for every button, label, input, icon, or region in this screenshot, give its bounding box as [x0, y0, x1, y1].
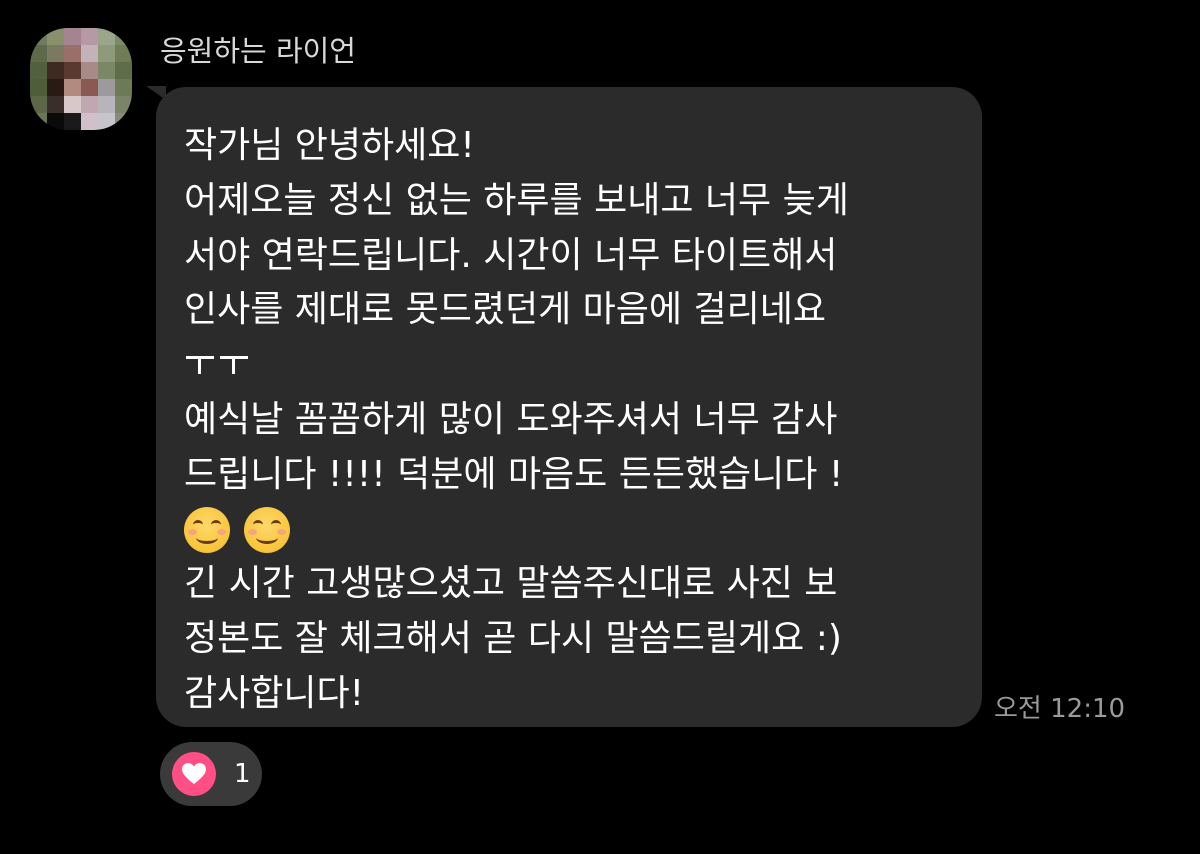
smiling-face-icon: [244, 506, 290, 553]
sender-name: 응원하는 라이언: [160, 34, 356, 68]
message-line: 인사를 제대로 못드렸던게 마음에 걸리네요: [184, 289, 826, 331]
message-line: 긴 시간 고생많으셨고 말씀주신대로 사진 보: [184, 563, 838, 605]
reaction-count: 1: [234, 759, 251, 789]
message-line: 감사합니다!: [184, 672, 365, 714]
message-line: 예식날 꼼꼼하게 많이 도와주셔서 너무 감사: [184, 398, 838, 440]
message-line: 서야 연락드립니다. 시간이 너무 타이트해서: [184, 234, 838, 276]
emoji-line: [184, 503, 962, 558]
message-line: 드립니다 !!!! 덕분에 마음도 든든했습니다 !: [184, 453, 844, 495]
crying-emoticon: ㅜㅜ: [184, 338, 962, 393]
tt-glyph: [186, 356, 214, 376]
tt-glyph: [220, 356, 248, 376]
message-line: 어제오늘 정신 없는 하루를 보내고 너무 늦게: [184, 179, 849, 221]
smiling-face-icon: [184, 506, 230, 553]
heart-icon: [172, 752, 216, 796]
heart-reaction-button[interactable]: 1: [160, 742, 262, 806]
message-timestamp: 오전 12:10: [994, 694, 1126, 724]
message-bubble[interactable]: 작가님 안녕하세요! 어제오늘 정신 없는 하루를 보내고 너무 늦게 서야 연…: [156, 87, 982, 727]
sender-avatar[interactable]: [30, 28, 132, 130]
message-line: 정본도 잘 체크해서 곧 다시 말씀드릴게요 :): [184, 618, 842, 660]
message-line: 작가님 안녕하세요!: [184, 125, 475, 166]
